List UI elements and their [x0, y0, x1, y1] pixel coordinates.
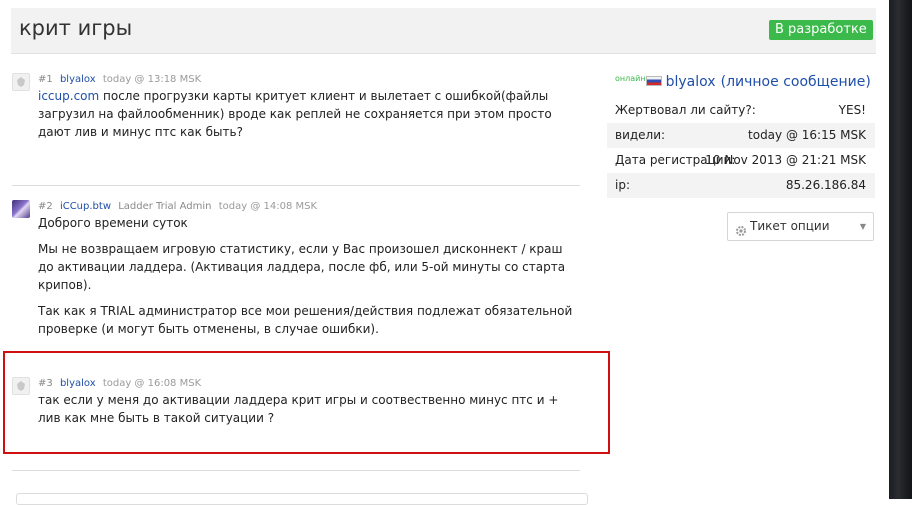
site-link[interactable]: iccup.com	[38, 89, 99, 103]
post-number: #1	[38, 74, 53, 85]
ticket-options-label: Тикет опции	[750, 219, 830, 233]
user-info-panel: онлайн blyalox (личное сообщение) Жертвов…	[607, 63, 875, 209]
ticket-options-dropdown[interactable]: Тикет опции ▼	[727, 212, 874, 241]
post-meta: #2 iCCup.btw Ladder Trial Admin today @ …	[38, 200, 317, 214]
private-message-link[interactable]: (личное сообщение)	[721, 74, 871, 90]
post-body: Доброго времени суток Мы не возвращаем и…	[38, 214, 578, 346]
divider	[12, 470, 580, 471]
divider	[12, 185, 580, 186]
ticket-header: крит игры В разработке	[11, 8, 876, 54]
post-text: Так как я TRIAL администратор все мои ре…	[38, 304, 573, 336]
user-line: онлайн blyalox (личное сообщение)	[615, 71, 871, 90]
background-edge	[889, 0, 912, 499]
info-value: 85.26.186.84	[785, 178, 866, 192]
reply-input[interactable]	[16, 493, 588, 505]
info-label: Жертвовал ли сайту?:	[615, 103, 756, 117]
info-value: YES!	[838, 103, 866, 117]
author-role: Ladder Trial Admin	[118, 201, 212, 212]
info-row-seen: видели: today @ 16:15 MSK	[607, 123, 875, 148]
post-text: Доброго времени суток	[38, 216, 188, 230]
default-avatar-icon	[12, 73, 30, 91]
info-row-donated: Жертвовал ли сайту?: YES!	[607, 98, 875, 123]
post-number: #2	[38, 201, 53, 212]
post-text: после прогрузки карты критует клиент и в…	[38, 89, 552, 139]
user-name-link[interactable]: blyalox	[666, 74, 716, 90]
gear-icon	[735, 220, 747, 247]
info-value: 10 Nov 2013 @ 21:21 MSK	[705, 153, 866, 167]
info-label: ip:	[615, 178, 630, 192]
info-row-ip: ip: 85.26.186.84	[607, 173, 875, 198]
info-value: today @ 16:15 MSK	[748, 128, 866, 142]
online-indicator: онлайн	[615, 74, 646, 83]
post-author[interactable]: blyalox	[60, 74, 96, 85]
post-2: #2 iCCup.btw Ladder Trial Admin today @ …	[12, 200, 592, 336]
post-time: today @ 13:18 MSK	[102, 74, 202, 85]
post-text: Мы не возвращаем игровую статистику, есл…	[38, 242, 566, 292]
admin-avatar	[12, 200, 30, 218]
info-row-registered: Дата регистрации: 10 Nov 2013 @ 21:21 MS…	[607, 148, 875, 173]
post-author[interactable]: iCCup.btw	[60, 201, 111, 212]
post-time: today @ 14:08 MSK	[218, 201, 318, 212]
chevron-down-icon: ▼	[859, 222, 866, 231]
post-1: #1 blyalox today @ 13:18 MSK iccup.com п…	[12, 73, 592, 153]
post-meta: #1 blyalox today @ 13:18 MSK	[38, 73, 201, 87]
page-title: крит игры	[19, 16, 133, 40]
info-label: видели:	[615, 128, 666, 142]
post-body: iccup.com после прогрузки карты критует …	[38, 87, 578, 149]
status-badge: В разработке	[769, 20, 873, 40]
highlight-frame	[3, 351, 610, 454]
flag-icon	[645, 76, 662, 86]
